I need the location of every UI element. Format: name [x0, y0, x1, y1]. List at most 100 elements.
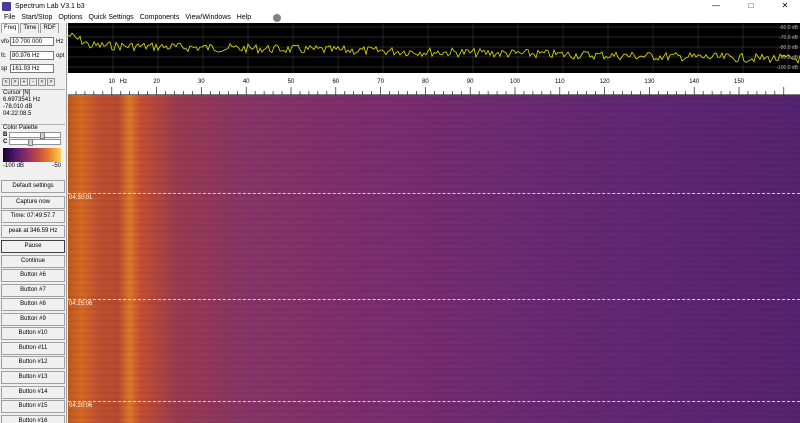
- freq-tick-label: 90: [467, 79, 474, 85]
- spectrum-lab-window: Spectrum Lab V3.1 b3 — □ ✕ File Start/St…: [0, 0, 800, 423]
- db-label: -70.0 dB: [779, 35, 799, 41]
- waterfall-display[interactable]: 04:30:01 04:25:06 04:20:06: [68, 95, 800, 423]
- db-label: -60.0 dB: [779, 25, 799, 31]
- span-step-buttons: < > + - < >: [2, 78, 56, 86]
- freq-tick-label: 60: [332, 79, 339, 85]
- palette-scale: -100 dB -50: [3, 163, 61, 169]
- close-button[interactable]: ✕: [773, 0, 797, 12]
- vfo-input[interactable]: 10 700 000: [10, 37, 54, 46]
- menu-start-stop[interactable]: Start/Stop: [21, 14, 52, 21]
- spectrum-trace: [68, 32, 800, 64]
- contrast-row: C: [3, 139, 65, 146]
- button-16[interactable]: Button #16: [1, 415, 65, 423]
- button-9[interactable]: Button #9: [1, 313, 65, 326]
- timestamp-line: [68, 193, 800, 194]
- button-15[interactable]: Button #15: [1, 400, 65, 413]
- button-8[interactable]: Button #8: [1, 298, 65, 311]
- opt-button[interactable]: opt: [56, 53, 64, 59]
- sp-row: sp 161.93 Hz: [1, 64, 54, 73]
- spectrum-graph[interactable]: -60.0 dB -70.0 dB -80.0 dB -90.0 dB -100.0 d…: [68, 23, 800, 73]
- tab-rdf[interactable]: RDF: [40, 23, 59, 33]
- sp-label: sp: [1, 65, 8, 72]
- spectrum-grid: [68, 23, 800, 73]
- cursor-title: Cursor [N]: [3, 90, 31, 96]
- vfo-unit: Hz: [56, 38, 64, 45]
- palette-gradient[interactable]: [3, 148, 61, 162]
- tab-time[interactable]: Time: [20, 23, 40, 33]
- freq-tick-label: 110: [555, 79, 565, 85]
- sp-input[interactable]: 161.93 Hz: [10, 64, 54, 73]
- window-title: Spectrum Lab V3.1 b3: [15, 2, 85, 10]
- freq-tick-label: 40: [243, 79, 250, 85]
- cursor-time: 04:22:08.5: [3, 111, 32, 117]
- freq-tick-label: 50: [288, 79, 295, 85]
- db-label: -80.0 dB: [779, 45, 799, 51]
- contrast-slider[interactable]: [9, 139, 61, 146]
- frequency-axis[interactable]: 10 20 30 40 50 60 70 80 90 100 110 120 130 140 150 Hz: [68, 73, 800, 95]
- cursor-frequency: 6.6973541 Hz: [3, 97, 41, 103]
- step-left-button[interactable]: <: [2, 78, 10, 86]
- cursor-readout: Cursor [N] 6.6973541 Hz -78.010 dB 04:22…: [1, 89, 65, 123]
- tab-strip: Freq Time RDF: [1, 23, 60, 33]
- cursor-level: -78.010 dB: [3, 104, 33, 110]
- freq-tick-label: 120: [600, 79, 611, 85]
- db-labels: -60.0 dB -70.0 dB -80.0 dB -90.0 dB -100.0 d…: [776, 25, 798, 71]
- fc-row: fc 80.976 Hz opt: [1, 51, 64, 60]
- timestamp-line: [68, 299, 800, 300]
- palette-title: Color Palette: [3, 125, 38, 131]
- menu-help[interactable]: Help: [237, 14, 251, 21]
- vfo-row: vfo 10 700 000 Hz: [1, 37, 63, 46]
- continue-button[interactable]: Continue: [1, 255, 65, 268]
- button-14[interactable]: Button #14: [1, 386, 65, 399]
- page-right-button[interactable]: >: [47, 78, 55, 86]
- control-panel: Freq Time RDF vfo 10 700 000 Hz fc 80.97…: [0, 23, 67, 423]
- freq-tick-label: 10: [108, 79, 115, 85]
- brightness-thumb[interactable]: [40, 132, 45, 139]
- menu-quick-settings[interactable]: Quick Settings: [89, 14, 134, 21]
- db-label: -100.0 dB: [776, 65, 798, 71]
- freq-unit-label: Hz: [120, 79, 127, 85]
- freq-tick-label: 150: [734, 79, 745, 85]
- button-12[interactable]: Button #12: [1, 356, 65, 369]
- peak-display-button[interactable]: peak at 346.59 Hz: [1, 225, 65, 238]
- menu-components[interactable]: Components: [140, 14, 180, 21]
- color-palette-panel: Color Palette B C -100 dB -50: [1, 124, 65, 182]
- zoom-in-button[interactable]: +: [20, 78, 28, 86]
- pause-button[interactable]: Pause: [1, 240, 65, 253]
- button-11[interactable]: Button #11: [1, 342, 65, 355]
- timestamp-label: 04:20:06: [69, 403, 93, 409]
- brightness-slider[interactable]: [9, 132, 61, 139]
- minimize-button[interactable]: —: [704, 0, 728, 12]
- capture-now-button[interactable]: Capture now: [1, 196, 65, 209]
- palette-max-label: -50: [52, 163, 61, 169]
- zoom-out-button[interactable]: -: [29, 78, 37, 86]
- vfo-label: vfo: [1, 38, 10, 45]
- title-bar: Spectrum Lab V3.1 b3 — □ ✕: [0, 0, 800, 12]
- freq-tick-label: 30: [198, 79, 205, 85]
- button-10[interactable]: Button #10: [1, 327, 65, 340]
- time-display-button[interactable]: Time: 07:49:57.7: [1, 210, 65, 223]
- maximize-button[interactable]: □: [739, 0, 763, 12]
- page-left-button[interactable]: <: [38, 78, 46, 86]
- button-13[interactable]: Button #13: [1, 371, 65, 384]
- db-label: -90.0 dB: [779, 55, 799, 61]
- palette-min-label: -100 dB: [3, 163, 25, 169]
- menu-bar: File Start/Stop Options Quick Settings C…: [0, 12, 800, 23]
- freq-tick-label: 20: [153, 79, 160, 85]
- default-settings-button[interactable]: Default settings: [1, 180, 65, 193]
- step-right-button[interactable]: >: [11, 78, 19, 86]
- brightness-row: B: [3, 132, 65, 139]
- frequency-ticks: 10 20 30 40 50 60 70 80 90 100 110 120 130 140 150 Hz: [68, 79, 800, 95]
- menu-file[interactable]: File: [4, 14, 15, 21]
- button-7[interactable]: Button #7: [1, 284, 65, 297]
- button-6[interactable]: Button #6: [1, 269, 65, 282]
- timestamp-line: [68, 401, 800, 402]
- menu-options[interactable]: Options: [58, 14, 82, 21]
- fc-input[interactable]: 80.976 Hz: [10, 51, 54, 60]
- status-indicator-icon[interactable]: [273, 13, 282, 22]
- freq-tick-label: 80: [422, 79, 429, 85]
- contrast-thumb[interactable]: [28, 139, 33, 146]
- tab-freq[interactable]: Freq: [1, 23, 20, 33]
- menu-view-windows[interactable]: View/Windows: [185, 14, 230, 21]
- freq-tick-label: 140: [689, 79, 700, 85]
